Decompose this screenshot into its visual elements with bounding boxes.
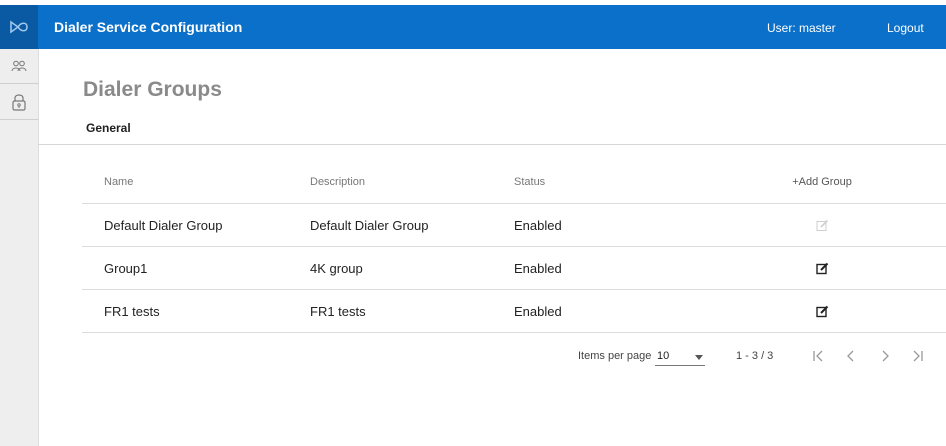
section-divider: [38, 144, 946, 145]
logout-link[interactable]: Logout: [887, 21, 924, 35]
table-row: FR1 tests FR1 tests Enabled: [82, 290, 946, 333]
table-header: Name Description Status +Add Group: [82, 160, 946, 204]
sidebar-item-security[interactable]: [0, 84, 38, 120]
chevron-right-icon: [882, 350, 889, 362]
page-title: Dialer Groups: [83, 78, 222, 101]
edit-button-disabled: [782, 204, 862, 246]
chevron-left-icon: [847, 350, 854, 362]
group-name: FR1 tests: [104, 303, 160, 319]
add-group-button[interactable]: +Add Group: [782, 160, 862, 203]
group-status: Enabled: [514, 303, 562, 319]
logo-icon: [10, 20, 28, 34]
group-description: Default Dialer Group: [310, 217, 429, 233]
lock-icon: [12, 93, 26, 111]
last-page-icon: [913, 350, 923, 362]
last-page-button[interactable]: [907, 345, 929, 367]
group-description: 4K group: [310, 260, 363, 276]
top-bar: Dialer Service Configuration User: maste…: [0, 5, 946, 49]
sidebar-item-dialer-groups[interactable]: [0, 49, 38, 84]
user-label: User: master: [767, 21, 836, 35]
previous-page-button[interactable]: [840, 345, 862, 367]
items-per-page-value: 10: [657, 350, 670, 362]
group-name: Group1: [104, 260, 148, 276]
users-icon: [11, 60, 27, 72]
sidebar: [0, 49, 39, 446]
group-description: FR1 tests: [310, 303, 366, 319]
table-row: Group1 4K group Enabled: [82, 247, 946, 290]
groups-table: Name Description Status +Add Group Defau…: [82, 160, 946, 333]
first-page-button[interactable]: [807, 345, 829, 367]
caret-down-icon: [695, 355, 703, 360]
column-header-name: Name: [104, 175, 134, 188]
items-per-page-label: Items per page: [578, 350, 652, 362]
items-per-page-select[interactable]: 10: [655, 345, 705, 366]
tab-general[interactable]: General: [86, 121, 131, 135]
edit-icon: [816, 219, 828, 231]
first-page-icon: [813, 350, 823, 362]
edit-icon: [815, 305, 828, 317]
paginator: Items per page 10 1 - 3 / 3: [82, 332, 946, 380]
next-page-button[interactable]: [874, 345, 896, 367]
app-title: Dialer Service Configuration: [54, 19, 243, 35]
group-status: Enabled: [514, 217, 562, 233]
app-logo: [0, 5, 38, 49]
edit-icon: [815, 262, 828, 274]
column-header-status: Status: [514, 175, 546, 188]
group-name: Default Dialer Group: [104, 217, 223, 233]
page-range: 1 - 3 / 3: [736, 350, 774, 362]
edit-button[interactable]: [782, 247, 862, 289]
group-status: Enabled: [514, 260, 562, 276]
column-header-description: Description: [310, 175, 366, 188]
table-row: Default Dialer Group Default Dialer Grou…: [82, 204, 946, 247]
edit-button[interactable]: [782, 290, 862, 332]
